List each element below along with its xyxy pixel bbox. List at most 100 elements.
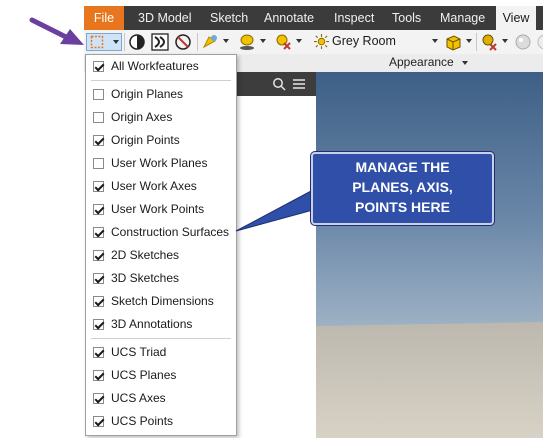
- menu-item-user-work-points[interactable]: User Work Points: [86, 200, 236, 220]
- menu-item-label: User Work Points: [111, 202, 205, 216]
- tab-sketch[interactable]: Sketch: [210, 6, 248, 30]
- checkbox-checked[interactable]: [93, 250, 104, 261]
- visual-style-value: Grey Room: [332, 34, 396, 48]
- checkbox[interactable]: [93, 89, 104, 100]
- menu-item-label: Construction Surfaces: [111, 225, 230, 239]
- checkbox-checked[interactable]: [93, 227, 104, 238]
- appearance-panel-label[interactable]: Appearance: [389, 55, 469, 69]
- chevron-down-icon[interactable]: [260, 39, 266, 43]
- menu-item-label: UCS Triad: [111, 345, 167, 359]
- chevron-down-icon: [462, 60, 469, 65]
- object-visibility-button[interactable]: [86, 33, 122, 51]
- model-browser-header: [234, 72, 316, 96]
- menu-item-label: Sketch Dimensions: [111, 294, 214, 308]
- checkbox-checked[interactable]: [93, 61, 104, 72]
- callout-line: POINTS HERE: [355, 199, 450, 215]
- menu-item-label: UCS Planes: [111, 368, 177, 382]
- menu-item-label: User Work Planes: [111, 156, 208, 170]
- checkbox-checked[interactable]: [93, 273, 104, 284]
- tab-view[interactable]: View: [496, 6, 536, 30]
- chevron-down-icon[interactable]: [223, 39, 229, 43]
- lighting-style-icon: [314, 34, 329, 49]
- chevron-down-icon[interactable]: [113, 40, 119, 44]
- checkbox-checked[interactable]: [93, 416, 104, 427]
- callout-text: MANAGE THE PLANES, AXIS, POINTS HERE: [313, 157, 492, 217]
- menu-divider: [91, 80, 231, 81]
- menu-item-ucs-planes[interactable]: UCS Planes: [86, 366, 236, 386]
- shadow-icon[interactable]: [151, 33, 169, 51]
- callout-box: MANAGE THE PLANES, AXIS, POINTS HERE: [311, 152, 494, 225]
- visual-style-dropdown[interactable]: Grey Room: [312, 32, 440, 51]
- toolbar-divider: [197, 33, 198, 51]
- menu-item-label: 3D Annotations: [111, 317, 193, 331]
- toolbar-divider: [476, 33, 477, 51]
- material-icon[interactable]: [274, 33, 292, 51]
- appearance-panel-text: Appearance: [389, 55, 454, 69]
- checkbox-checked[interactable]: [93, 370, 104, 381]
- menu-item-label: Origin Axes: [111, 110, 173, 124]
- visual-style-icon[interactable]: [128, 33, 146, 51]
- tab-file[interactable]: File: [84, 6, 124, 30]
- annotation-arrow-shaft: [29, 17, 69, 40]
- annotation-arrow-head: [60, 29, 84, 45]
- menu-item-ucs-axes[interactable]: UCS Axes: [86, 389, 236, 409]
- menu-item-label: UCS Axes: [111, 391, 166, 405]
- color-override-icon[interactable]: [480, 33, 498, 51]
- menu-item-label: All Workfeatures: [111, 59, 199, 73]
- menu-item-origin-planes[interactable]: Origin Planes: [86, 85, 236, 105]
- menu-item-all-workfeatures[interactable]: All Workfeatures: [86, 57, 236, 77]
- tab-manage[interactable]: Manage: [440, 6, 485, 30]
- ground-shadow-icon[interactable]: [238, 33, 256, 51]
- sphere-icon[interactable]: [536, 33, 543, 51]
- menu-divider: [91, 338, 231, 339]
- menu-item-label: UCS Points: [111, 414, 174, 428]
- checkbox-checked[interactable]: [93, 135, 104, 146]
- checkbox-checked[interactable]: [93, 319, 104, 330]
- chevron-down-icon[interactable]: [466, 39, 472, 43]
- ribbon-tab-bar: File 3D Model Sketch Annotate Inspect To…: [84, 6, 543, 30]
- search-icon[interactable]: [272, 77, 286, 91]
- menu-item-3d-sketches[interactable]: 3D Sketches: [86, 269, 236, 289]
- chevron-down-icon[interactable]: [296, 39, 302, 43]
- menu-item-2d-sketches[interactable]: 2D Sketches: [86, 246, 236, 266]
- lighting-icon[interactable]: [201, 33, 219, 51]
- sphere-icon[interactable]: [514, 33, 532, 51]
- object-visibility-menu: All Workfeatures Origin Planes Origin Ax…: [85, 54, 237, 436]
- appearance-sphere-icon[interactable]: [444, 33, 462, 51]
- checkbox-checked[interactable]: [93, 347, 104, 358]
- menu-item-label: 2D Sketches: [111, 248, 180, 262]
- menu-item-construction-surfaces[interactable]: Construction Surfaces: [86, 223, 236, 243]
- menu-item-label: User Work Axes: [111, 179, 197, 193]
- menu-item-label: Origin Planes: [111, 87, 184, 101]
- tab-3d-model[interactable]: 3D Model: [138, 6, 192, 30]
- tab-annotate[interactable]: Annotate: [264, 6, 314, 30]
- menu-item-user-work-axes[interactable]: User Work Axes: [86, 177, 236, 197]
- ground-plane: [316, 322, 543, 438]
- menu-item-3d-annotations[interactable]: 3D Annotations: [86, 315, 236, 335]
- callout-line: PLANES, AXIS,: [352, 179, 453, 195]
- checkbox-checked[interactable]: [93, 393, 104, 404]
- tab-inspect[interactable]: Inspect: [334, 6, 374, 30]
- checkbox[interactable]: [93, 158, 104, 169]
- view-toolbar: Grey Room: [84, 30, 543, 54]
- menu-item-ucs-triad[interactable]: UCS Triad: [86, 343, 236, 363]
- menu-item-ucs-points[interactable]: UCS Points: [86, 412, 236, 432]
- chevron-down-icon: [432, 39, 438, 43]
- menu-item-origin-axes[interactable]: Origin Axes: [86, 108, 236, 128]
- object-visibility-icon: [90, 35, 104, 49]
- checkbox-checked[interactable]: [93, 204, 104, 215]
- checkbox-checked[interactable]: [93, 181, 104, 192]
- menu-item-sketch-dimensions[interactable]: Sketch Dimensions: [86, 292, 236, 312]
- menu-item-label: 3D Sketches: [111, 271, 180, 285]
- menu-item-origin-points[interactable]: Origin Points: [86, 131, 236, 151]
- tab-tools[interactable]: Tools: [392, 6, 421, 30]
- checkbox-checked[interactable]: [93, 296, 104, 307]
- toolbar-divider: [124, 33, 125, 51]
- menu-icon[interactable]: [292, 77, 306, 91]
- callout-line: MANAGE THE: [355, 159, 450, 175]
- checkbox[interactable]: [93, 112, 104, 123]
- reflections-icon[interactable]: [174, 33, 192, 51]
- menu-item-label: Origin Points: [111, 133, 180, 147]
- menu-item-user-work-planes[interactable]: User Work Planes: [86, 154, 236, 174]
- chevron-down-icon[interactable]: [502, 39, 508, 43]
